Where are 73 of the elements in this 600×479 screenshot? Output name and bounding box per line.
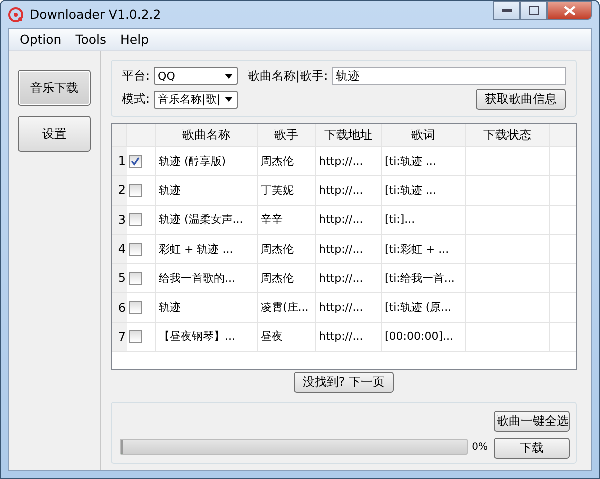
- table-cell: http://...: [316, 264, 382, 292]
- table-cell: http://...: [316, 234, 382, 264]
- column-header[interactable]: 歌词: [382, 124, 466, 146]
- table-cell: [ti:给我一首...: [382, 264, 466, 292]
- row-checkbox[interactable]: [129, 154, 142, 168]
- table-cell: http://...: [316, 293, 382, 322]
- table-cell: [ti:]...: [382, 206, 466, 234]
- dropdown-arrow-icon: [225, 97, 234, 102]
- close-button[interactable]: [547, 1, 592, 20]
- mode-dropdown[interactable]: 音乐名称|歌|: [154, 90, 238, 108]
- platform-dropdown[interactable]: QQ: [154, 67, 238, 85]
- menu-item[interactable]: Option: [13, 32, 69, 47]
- table-cell: 昼夜: [258, 322, 316, 352]
- row-number: 3: [112, 206, 127, 234]
- table-cell: [00:00:00]...: [382, 322, 466, 352]
- disc-icon: [8, 6, 24, 22]
- column-header[interactable]: 歌手: [258, 124, 316, 146]
- maximize-icon: [528, 6, 538, 15]
- table-cell: 轨迹 (温柔女声...: [156, 206, 258, 234]
- row-number: 2: [112, 176, 127, 205]
- table-cell: 给我一首歌的...: [156, 264, 258, 292]
- sidebar-button[interactable]: 音乐下载: [18, 70, 91, 106]
- row-number: 6: [112, 293, 127, 322]
- column-header[interactable]: 下载地址: [316, 124, 382, 146]
- row-number: 4: [112, 234, 127, 264]
- dropdown-arrow-icon: [225, 74, 234, 78]
- query-field[interactable]: 轨迹: [332, 67, 566, 85]
- row-checkbox[interactable]: [129, 242, 142, 256]
- table-cell: http://...: [316, 147, 382, 176]
- table-cell: http://...: [316, 176, 382, 205]
- row-checkbox[interactable]: [129, 184, 142, 197]
- table-cell: 彩虹 + 轨迹 ...: [156, 234, 258, 264]
- table-cell: http://...: [316, 322, 382, 352]
- query-label: 歌曲名称|歌手:: [248, 68, 328, 84]
- row-checkbox[interactable]: [129, 213, 142, 226]
- fetch-button[interactable]: 获取歌曲信息: [476, 89, 566, 110]
- table-cell: 轨迹 (醇享版): [156, 147, 258, 176]
- table-cell: 周杰伦: [258, 234, 316, 264]
- maximize-button[interactable]: [520, 1, 547, 20]
- table-cell: 丁芙妮: [258, 176, 316, 205]
- window-title: Downloader V1.0.2.2: [30, 7, 162, 22]
- platform-label: 平台:: [122, 68, 150, 84]
- next-page-button[interactable]: 没找到? 下一页: [294, 372, 394, 393]
- close-icon: [564, 6, 576, 16]
- table-cell: http://...: [316, 206, 382, 234]
- table-cell: 凌霄(庄...: [258, 293, 316, 322]
- action-button[interactable]: 下载: [494, 438, 570, 459]
- minimize-button[interactable]: [493, 1, 520, 20]
- table-cell: [ti:彩虹 + ...: [382, 234, 466, 264]
- column-header[interactable]: 歌曲名称: [156, 124, 258, 146]
- action-button[interactable]: 歌曲一键全选: [494, 411, 570, 432]
- progress-reading: 0%: [472, 442, 488, 452]
- row-number: 7: [112, 322, 127, 352]
- row-checkbox[interactable]: [129, 272, 142, 285]
- menu-item[interactable]: Help: [114, 32, 156, 47]
- table-cell: [ti:轨迹 ...: [382, 176, 466, 205]
- minimize-icon: [502, 8, 512, 12]
- table-cell: 辛辛: [258, 206, 316, 234]
- column-header[interactable]: 下载状态: [466, 124, 550, 146]
- row-checkbox[interactable]: [129, 330, 142, 344]
- table-cell: 周杰伦: [258, 264, 316, 292]
- row-checkbox[interactable]: [129, 301, 142, 314]
- table-cell: 周杰伦: [258, 147, 316, 176]
- menu-item[interactable]: Tools: [68, 32, 114, 47]
- sidebar-button[interactable]: 设置: [18, 116, 91, 152]
- table-cell: 轨迹: [156, 293, 258, 322]
- table-cell: 【昼夜钢琴】...: [156, 322, 258, 352]
- table-cell: 轨迹: [156, 176, 258, 205]
- row-number: 1: [112, 147, 127, 176]
- mode-label: 模式:: [122, 91, 150, 108]
- table-cell: [ti:轨迹 (原...: [382, 293, 466, 322]
- row-number: 5: [112, 264, 127, 292]
- table-cell: [ti:轨迹 ...: [382, 147, 466, 176]
